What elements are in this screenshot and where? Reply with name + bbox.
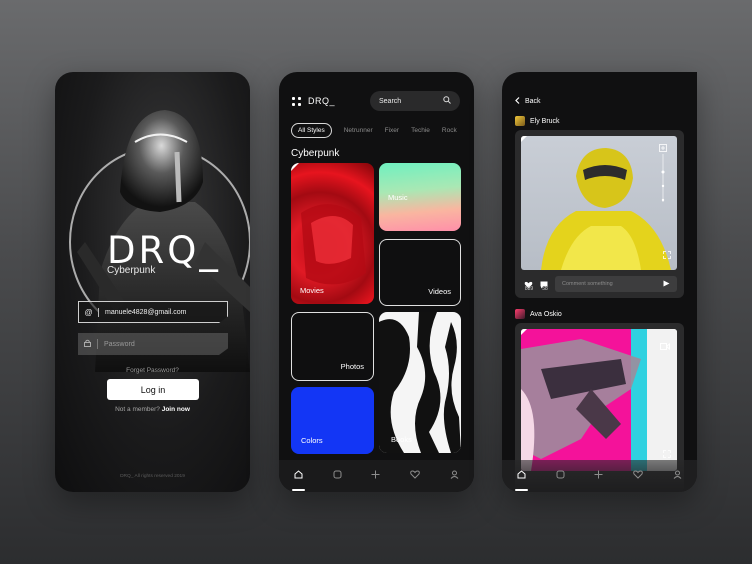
- home-icon[interactable]: [291, 470, 305, 491]
- at-icon: @: [79, 307, 99, 317]
- bottom-tabbar: [502, 460, 697, 492]
- password-field[interactable]: Password: [78, 333, 228, 355]
- videos-label: Videos: [428, 287, 451, 296]
- back-label: Back: [525, 98, 541, 105]
- logo-icon: [292, 97, 302, 107]
- profile-icon[interactable]: [673, 470, 682, 482]
- bottom-tabbar: [279, 460, 474, 492]
- video-camera-icon[interactable]: [660, 337, 670, 355]
- post-photo-2[interactable]: [521, 329, 677, 471]
- colors-tile[interactable]: Colors: [291, 387, 374, 454]
- movies-artwork: [291, 163, 366, 285]
- app-logo: DRQ_: [308, 96, 336, 106]
- login-screen: DRQ_ Cyberpunk @ manuele4828@gmail.com P…: [55, 72, 250, 492]
- movies-label: Movies: [300, 286, 324, 295]
- author-name: Ely Bruck: [530, 117, 560, 125]
- plus-icon[interactable]: [371, 470, 380, 482]
- movies-tile[interactable]: Movies: [291, 163, 374, 304]
- post-author-1[interactable]: Ely Bruck: [515, 116, 560, 126]
- join-prompt: Not a member? Join now: [55, 406, 250, 413]
- photos-label: Photos: [340, 362, 364, 371]
- member-text: Not a member?: [115, 406, 160, 413]
- likes-count: 889: [524, 286, 534, 292]
- home-icon[interactable]: [514, 470, 528, 491]
- comments-count: 58: [542, 286, 548, 292]
- photos-tile[interactable]: Photos: [291, 312, 374, 381]
- search-label: Search: [379, 97, 402, 105]
- comment-placeholder: Comment something: [562, 281, 613, 287]
- section-title: Cyberpunk: [291, 148, 340, 159]
- join-now-link[interactable]: Join now: [162, 406, 190, 413]
- avatar: [515, 116, 525, 126]
- tab-all-styles[interactable]: All Styles: [291, 123, 332, 138]
- send-icon[interactable]: [663, 280, 670, 289]
- tab-netrunner[interactable]: Netrunner: [344, 127, 373, 134]
- post-author-2[interactable]: Ava Oskio: [515, 309, 562, 319]
- colors-label: Colors: [301, 436, 323, 445]
- style-tabs: All Styles Netrunner Fixer Techie Rock: [291, 123, 469, 138]
- heart-icon[interactable]: [633, 470, 644, 482]
- post-card-1: 889 58 Comment something: [515, 130, 684, 298]
- yellow-jacket-figure: [521, 136, 671, 270]
- pink-cyan-artwork: [521, 329, 677, 471]
- avatar: [515, 309, 525, 319]
- tab-rock[interactable]: Rock: [442, 127, 457, 134]
- books-tile[interactable]: Books: [379, 312, 461, 453]
- email-value: manuele4828@gmail.com: [105, 308, 187, 316]
- copyright: DRQ_ All rights reserved 2019: [120, 474, 185, 479]
- videos-tile[interactable]: Videos: [379, 239, 461, 306]
- tab-fixer[interactable]: Fixer: [385, 127, 399, 134]
- tab-techie[interactable]: Techie: [411, 127, 430, 134]
- password-placeholder: Password: [104, 340, 135, 348]
- zebra-pattern: [379, 312, 461, 453]
- profile-icon[interactable]: [450, 470, 459, 482]
- search-input[interactable]: Search: [370, 91, 460, 111]
- square-icon[interactable]: [333, 470, 342, 482]
- music-tile[interactable]: Music: [379, 163, 461, 231]
- zoom-slider[interactable]: [659, 144, 667, 204]
- search-icon: [443, 96, 451, 106]
- author-name: Ava Oskio: [530, 310, 562, 318]
- back-button[interactable]: Back: [515, 97, 541, 106]
- forgot-password-link[interactable]: Forget Password?: [55, 367, 250, 374]
- expand-icon[interactable]: [663, 246, 671, 264]
- gallery-screen: DRQ_ Search All Styles Netrunner Fixer T…: [279, 72, 474, 492]
- comment-input[interactable]: Comment something: [555, 276, 677, 292]
- music-label: Music: [388, 193, 408, 202]
- books-label: Books: [391, 435, 412, 444]
- plus-icon[interactable]: [594, 470, 603, 482]
- email-field[interactable]: @ manuele4828@gmail.com: [78, 301, 228, 323]
- cyberpunk-figure-illustration: [69, 110, 250, 372]
- heart-icon[interactable]: [410, 470, 421, 482]
- post-photo-1[interactable]: [521, 136, 677, 270]
- lock-icon: [78, 339, 98, 349]
- feed-screen: Back Ely Bruck 889 58 Comment something …: [502, 72, 697, 492]
- square-icon[interactable]: [556, 470, 565, 482]
- brand-subtitle: Cyberpunk: [107, 265, 156, 276]
- login-button[interactable]: Log in: [107, 379, 199, 400]
- chevron-left-icon: [515, 97, 520, 106]
